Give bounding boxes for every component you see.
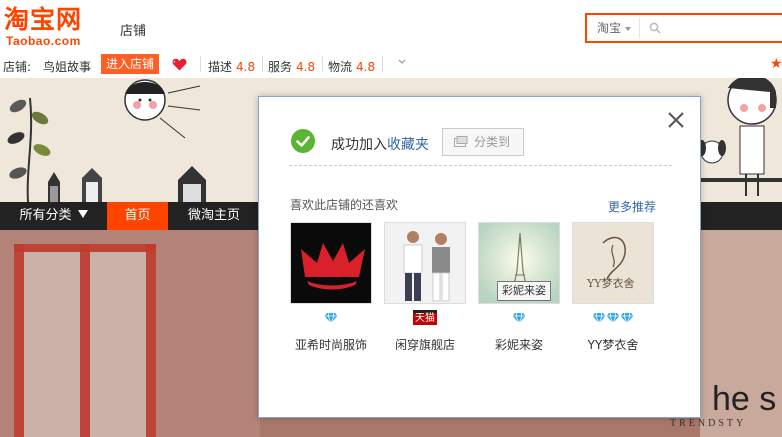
shop-thumbnail[interactable]: 彩妮来姿 (478, 222, 560, 304)
diamond-icon (620, 312, 634, 324)
shop-thumbnail[interactable]: YY梦衣舍 (572, 222, 654, 304)
shop-name[interactable]: 闲穿旗舰店 (384, 336, 466, 353)
diamond-icon (324, 312, 338, 324)
rating-label: 服务 (268, 60, 293, 74)
divider (382, 56, 383, 72)
nav-label: 所有分类 (19, 208, 72, 223)
search-scope-dropdown[interactable]: 淘宝 (591, 18, 641, 38)
yy-logo-image: YY梦衣舍 (573, 223, 653, 303)
divider (262, 56, 263, 72)
rating-logistics: 物流 4.8 (328, 58, 375, 75)
nav-weitao[interactable]: 微淘主页 (168, 202, 260, 230)
shop-rating-badges: 天猫 (384, 310, 466, 326)
rating-value: 4.8 (236, 60, 256, 74)
shop-thumbnail[interactable] (384, 222, 466, 304)
yy-logo-text: YY梦衣舍 (586, 276, 635, 290)
shop-name[interactable]: 鸟姐故事 (43, 58, 91, 75)
shop-name-tooltip: 彩妮来姿 (497, 281, 551, 301)
rating-value: 4.8 (296, 60, 316, 74)
diamond-icon (592, 312, 606, 324)
shop-name[interactable]: 亚希时尚服饰 (290, 336, 372, 353)
heart-icon[interactable] (172, 58, 187, 71)
star-icon[interactable]: ★ (770, 56, 782, 72)
classify-button-label: 分类到 (474, 135, 511, 149)
nav-home[interactable]: 首页 (107, 202, 168, 230)
caret-down-icon (77, 210, 88, 218)
diamond-icon (512, 312, 526, 324)
close-icon[interactable] (665, 109, 687, 131)
classify-button[interactable]: 分类到 (442, 128, 524, 156)
taobao-logo[interactable]: 淘宝网 Taobao.com (4, 5, 96, 49)
more-recommendations-link[interactable]: 更多推荐 (608, 198, 656, 215)
success-message: 成功加入收藏夹 (331, 134, 429, 154)
check-circle-icon (291, 129, 315, 153)
shop-name[interactable]: 彩妮来姿 (478, 336, 560, 353)
divider (289, 165, 672, 166)
search-scope-label: 淘宝 (597, 21, 622, 35)
shop-info-bar: 店铺: 鸟姐故事 进入店铺 描述 4.8 服务 4.8 物流 4.8 ★ (0, 52, 782, 78)
nav-all-categories[interactable]: 所有分类 (0, 202, 107, 230)
caret-down-icon (625, 26, 632, 31)
success-prefix: 成功加入 (331, 137, 387, 153)
crown-logo-image (291, 223, 371, 303)
favorite-success-dialog: 成功加入收藏夹 分类到 喜欢此店铺的还喜欢 更多推荐 亚希时尚服饰 天猫 闲穿旗… (258, 96, 701, 418)
photo-text-large: he s (712, 380, 776, 418)
shop-thumbnail[interactable] (290, 222, 372, 304)
rating-value: 4.8 (356, 60, 376, 74)
shop-rating-badges (290, 310, 372, 326)
models-photo-image (385, 223, 465, 303)
search-icon (649, 22, 661, 34)
header-shop-label: 店铺 (120, 24, 147, 39)
search-box[interactable]: 淘宝 (585, 13, 782, 43)
enter-shop-button[interactable]: 进入店铺 (101, 54, 159, 74)
shop-rating-badges (572, 310, 654, 326)
folder-icon (454, 136, 468, 147)
rating-service: 服务 4.8 (268, 58, 315, 75)
recommend-title: 喜欢此店铺的还喜欢 (290, 198, 399, 212)
rating-description: 描述 4.8 (208, 58, 255, 75)
divider (200, 56, 201, 72)
shop-rating-badges (478, 310, 560, 326)
logo-text-en: Taobao.com (6, 34, 81, 48)
favorites-link[interactable]: 收藏夹 (387, 137, 429, 153)
rating-label: 物流 (328, 60, 353, 74)
shop-label: 店铺: (3, 60, 32, 74)
tmall-badge: 天猫 (413, 310, 437, 325)
taobao-header: 淘宝网 Taobao.com 店铺 淘宝 (0, 0, 782, 52)
shop-name[interactable]: YY梦衣舍 (572, 336, 654, 353)
chevron-down-icon[interactable] (398, 59, 406, 65)
rating-label: 描述 (208, 60, 233, 74)
logo-text-cn: 淘宝网 (4, 5, 83, 34)
diamond-icon (606, 312, 620, 324)
divider (322, 56, 323, 72)
photo-text-small: TRENDSTY (670, 418, 746, 429)
